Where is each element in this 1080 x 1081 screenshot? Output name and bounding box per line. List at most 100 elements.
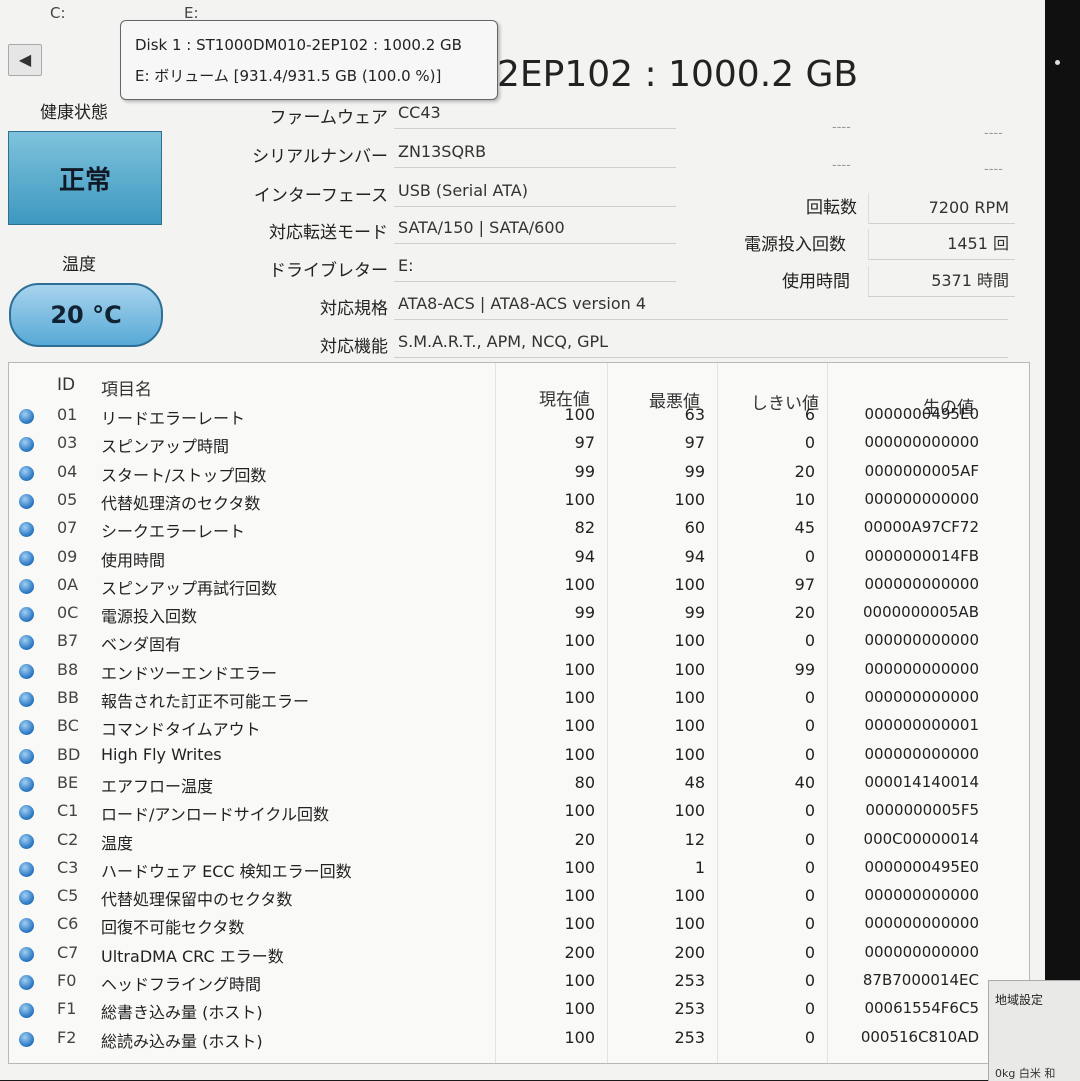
worst-value: 253 (674, 971, 705, 990)
raw-value: 000000000000 (864, 433, 979, 452)
worst-value: 63 (684, 405, 705, 424)
attribute-name: 温度 (101, 833, 134, 853)
threshold-value: 97 (794, 574, 815, 594)
raw-value: 0000000005AB (863, 603, 979, 622)
empty-field-dash: ---- (984, 162, 1003, 177)
threshold-value: 20 (794, 461, 815, 481)
worst-value: 100 (674, 886, 705, 906)
threshold-value: 40 (794, 772, 815, 792)
status-dot-icon (19, 522, 34, 538)
table-row[interactable]: C3 ハードウェア ECC 検知エラー回数 100 1 0 0000000495E0 (9, 856, 1029, 884)
status-dot-icon (19, 607, 34, 623)
table-row[interactable]: F1 総書き込み量 (ホスト) 100 253 0 00061554F6C5 (9, 997, 1029, 1025)
smart-attributes-table[interactable]: ID 項目名 現在値 最悪値 しきい値 生の値 01 リードエラーレート 100 63… (8, 362, 1030, 1064)
disk-title: 2EP102 : 1000.2 GB (497, 54, 859, 95)
table-row[interactable]: 07 シークエラーレート 82 60 45 00000A97CF72 (9, 516, 1029, 544)
table-row[interactable]: F2 総読み込み量 (ホスト) 100 253 0 000516C810AD (9, 1026, 1029, 1054)
current-value: 82 (574, 518, 595, 538)
table-row[interactable]: BE エアフロー温度 80 48 40 000014140014 (9, 771, 1029, 799)
table-row[interactable]: 05 代替処理済のセクタ数 100 100 10 000000000000 (9, 488, 1029, 516)
worst-value: 100 (674, 716, 705, 736)
attribute-name: 回復不可能セクタ数 (101, 918, 245, 938)
status-dot-icon (19, 720, 34, 736)
attribute-name: スピンアップ時間 (101, 437, 230, 457)
table-row[interactable]: C6 回復不可能セクタ数 100 100 0 000000000000 (9, 912, 1029, 940)
header-id[interactable]: ID (57, 375, 75, 395)
empty-field-dash: ---- (832, 120, 851, 135)
attribute-id: C1 (57, 801, 79, 821)
status-dot-icon (19, 409, 34, 424)
table-row[interactable]: BC コマンドタイムアウト 100 100 0 000000000001 (9, 714, 1029, 742)
table-row[interactable]: C7 UltraDMA CRC エラー数 200 200 0 000000000000 (9, 941, 1029, 969)
threshold-value: 0 (804, 971, 815, 990)
threshold-value: 0 (804, 716, 815, 736)
threshold-value: 0 (804, 688, 815, 707)
table-row[interactable]: 03 スピンアップ時間 97 97 0 000000000000 (9, 431, 1029, 459)
table-row[interactable]: 09 使用時間 94 94 0 0000000014FB (9, 545, 1029, 573)
worst-value: 100 (674, 744, 705, 764)
current-value: 100 (564, 857, 595, 877)
drive-tab-c[interactable]: C: (50, 4, 66, 22)
attribute-name: ハードウェア ECC 検知エラー回数 (101, 861, 352, 881)
current-value: 99 (574, 603, 595, 623)
worst-value: 97 (684, 433, 705, 453)
table-row[interactable]: C5 代替処理保留中のセクタ数 100 100 0 000000000000 (9, 884, 1029, 912)
threshold-value: 0 (804, 857, 815, 877)
current-value: 100 (564, 914, 595, 934)
tooltip-line-volume: E: ボリューム [931.4/931.5 GB (100.0 %)] (135, 67, 442, 85)
attribute-name: 総読み込み量 (ホスト) (101, 1031, 263, 1051)
desktop-background (1045, 0, 1080, 1080)
attribute-id: 0A (57, 574, 79, 594)
table-row[interactable]: C1 ロード/アンロードサイクル回数 100 100 0 0000000005F5 (9, 799, 1029, 827)
worst-value: 100 (674, 489, 705, 509)
table-row[interactable]: F0 ヘッドフライング時間 100 253 0 87B7000014EC (9, 969, 1029, 997)
attribute-name: エアフロー温度 (101, 776, 214, 796)
raw-value: 0000000005F5 (865, 801, 979, 820)
health-status-button[interactable]: 正常 (8, 131, 162, 225)
table-row[interactable]: C2 温度 20 12 0 000C00000014 (9, 828, 1029, 856)
threshold-value: 0 (804, 886, 815, 906)
table-row[interactable]: 01 リードエラーレート 100 63 6 0000000495E0 (9, 403, 1029, 431)
attribute-name: スタート/ストップ回数 (101, 465, 267, 485)
table-row[interactable]: B8 エンドツーエンドエラー 100 100 99 000000000000 (9, 658, 1029, 686)
attribute-id: C2 (57, 829, 79, 849)
attribute-name: UltraDMA CRC エラー数 (101, 946, 284, 966)
attribute-name: ヘッドフライング時間 (101, 975, 262, 994)
firmware-value: CC43 (394, 98, 676, 129)
raw-value: 0000000495E0 (864, 405, 979, 423)
raw-value: 000000000000 (864, 914, 979, 933)
previous-disk-button[interactable]: ◀ (8, 44, 42, 76)
current-value: 100 (564, 574, 595, 594)
status-dot-icon (19, 975, 34, 990)
raw-value: 0000000014FB (864, 546, 979, 565)
attribute-id: 04 (57, 461, 78, 481)
serial-label: シリアルナンバー (252, 147, 388, 167)
threshold-value: 10 (794, 489, 815, 509)
table-row[interactable]: 04 スタート/ストップ回数 99 99 20 0000000005AF (9, 460, 1029, 488)
current-value: 100 (564, 688, 595, 707)
attribute-id: 0C (57, 603, 79, 623)
status-dot-icon (19, 1003, 34, 1019)
table-row[interactable]: BB 報告された訂正不可能エラー 100 100 0 000000000000 (9, 686, 1029, 714)
attribute-name: 代替処理保留中のセクタ数 (101, 890, 293, 910)
transfer-mode-label: 対応転送モード (269, 223, 388, 243)
header-name[interactable]: 項目名 (101, 375, 152, 400)
status-dot-icon (19, 833, 34, 849)
attribute-name: 電源投入回数 (101, 607, 198, 627)
attribute-id: F2 (57, 1027, 77, 1047)
raw-value: 000014140014 (864, 772, 979, 791)
power-count-label: 電源投入回数 (744, 235, 846, 255)
taskbar-text: 0kg 白米 和 (995, 1067, 1056, 1080)
region-settings-menu[interactable]: 地域設定 (995, 991, 1043, 1008)
raw-value: 000000000001 (864, 716, 979, 735)
attribute-id: BD (57, 744, 81, 764)
worst-value: 100 (674, 688, 705, 707)
table-row[interactable]: B7 ベンダ固有 100 100 0 000000000000 (9, 629, 1029, 657)
status-dot-icon (19, 635, 34, 651)
table-row[interactable]: 0C 電源投入回数 99 99 20 0000000005AB (9, 601, 1029, 629)
table-row[interactable]: BD High Fly Writes 100 100 0 000000000000 (9, 743, 1029, 771)
table-row[interactable]: 0A スピンアップ再試行回数 100 100 97 000000000000 (9, 573, 1029, 601)
power-hours-value: 5371 時間 (868, 266, 1015, 297)
temperature-button[interactable]: 20 °C (9, 283, 163, 347)
worst-value: 100 (674, 631, 705, 651)
